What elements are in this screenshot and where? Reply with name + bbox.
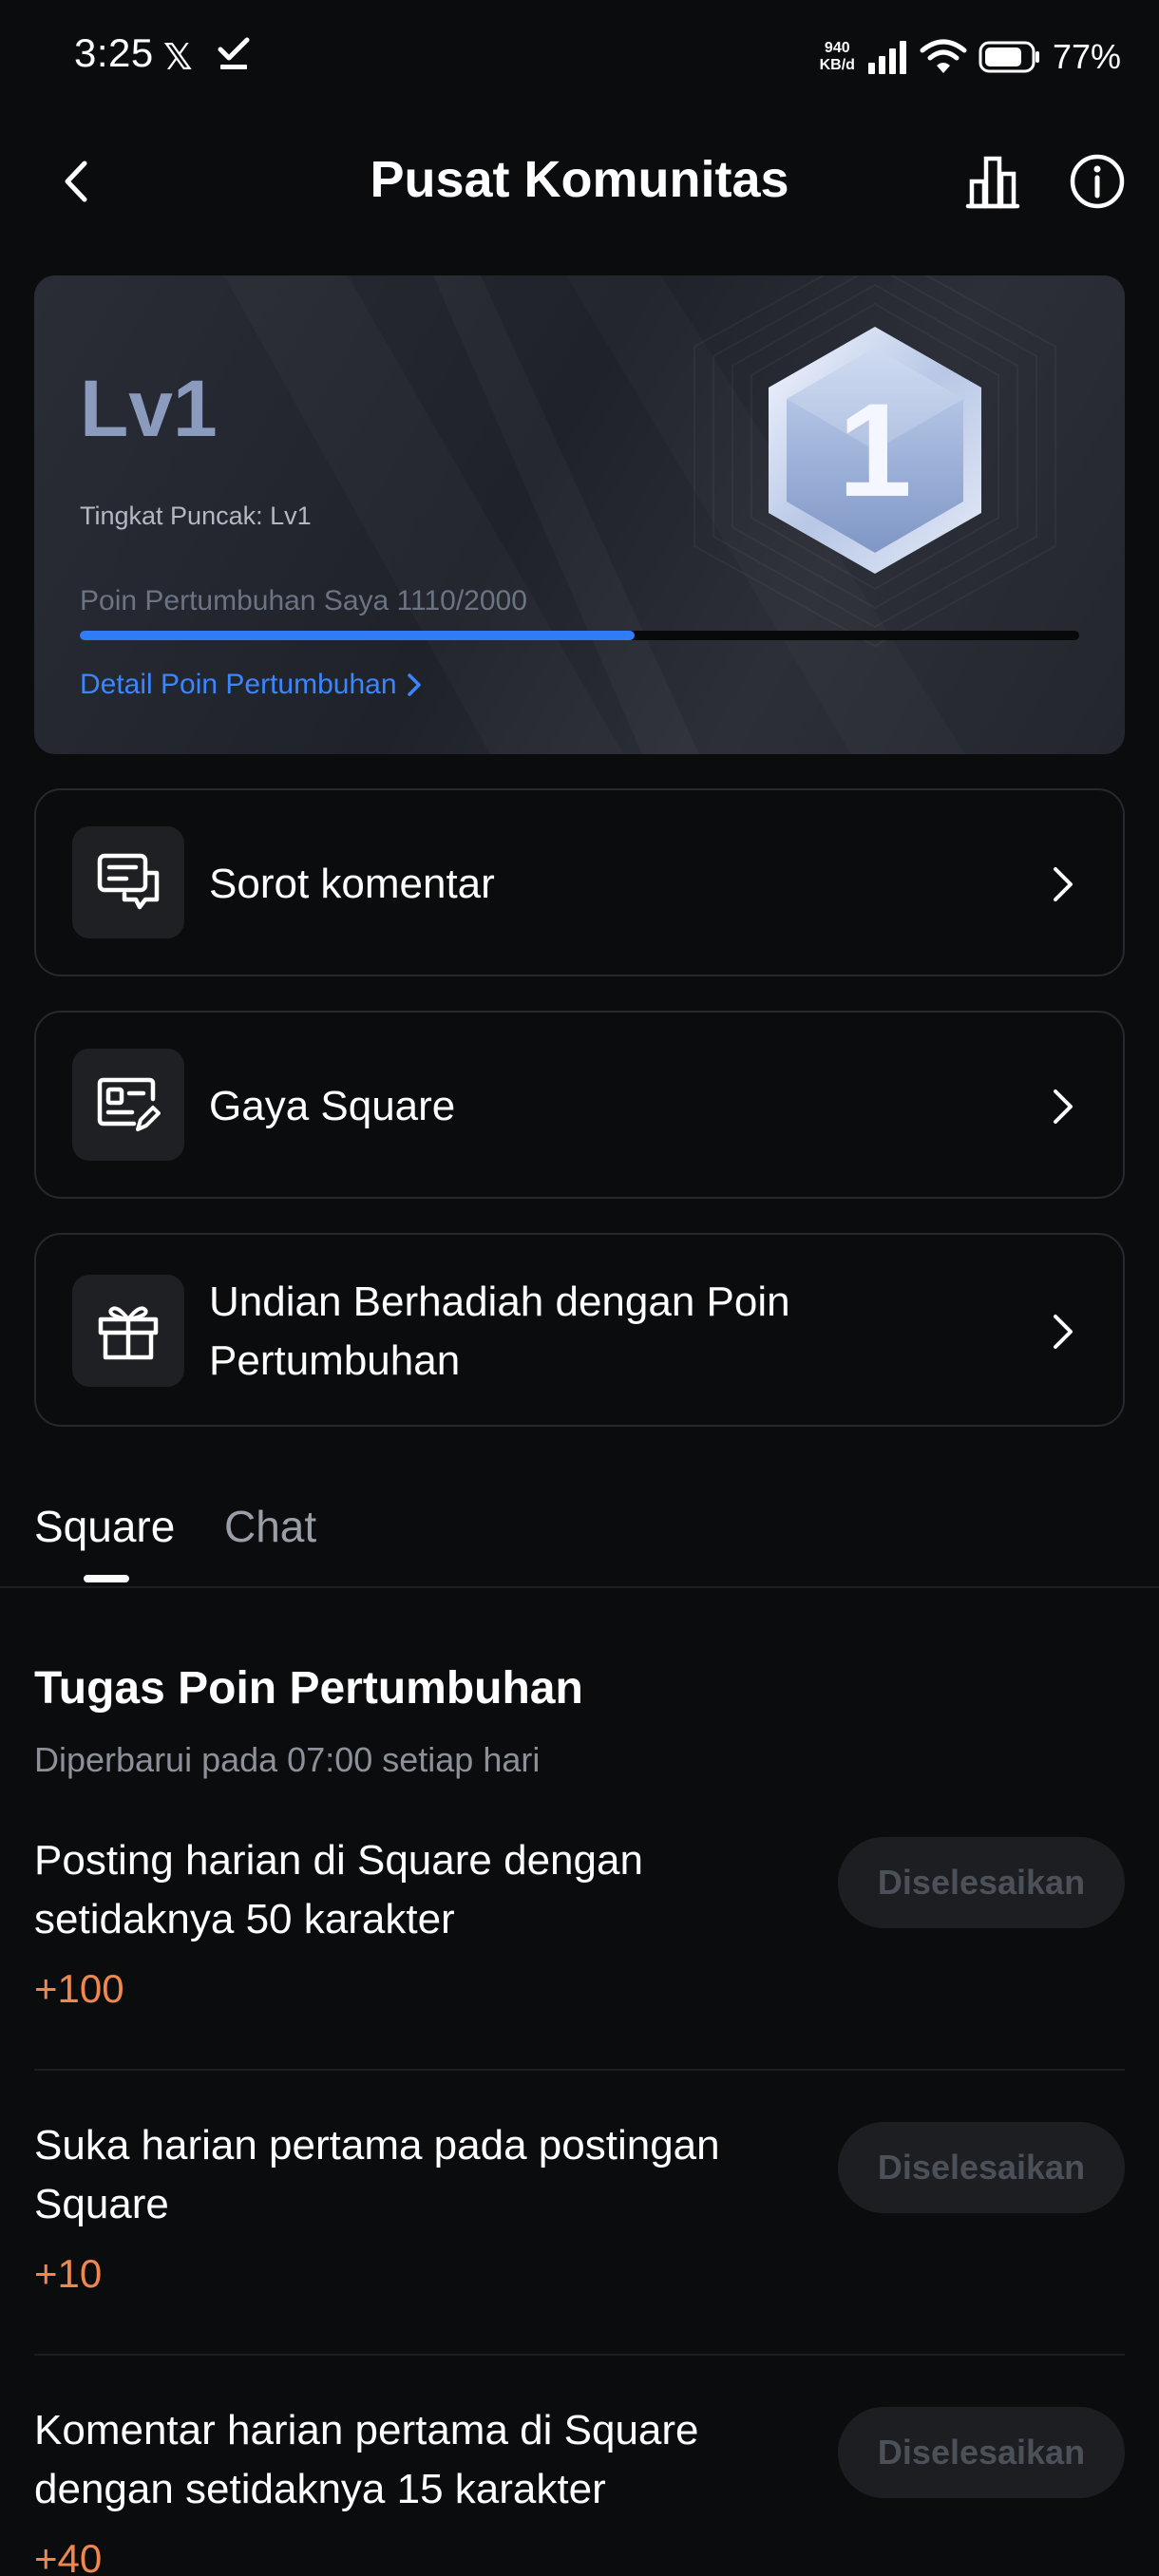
status-right-group: 940 KB/d 77% [820,28,1121,85]
level-card: Lv1 Tingkat Puncak: Lv1 Poin Pertumbuhan… [34,275,1125,754]
menu-square-style[interactable]: Gaya Square [34,1011,1125,1199]
chevron-right-icon [407,673,421,696]
tab-square[interactable]: Square [34,1501,175,1552]
growth-points-detail-label: Detail Poin Pertumbuhan [80,669,397,700]
level-badge-icon: 1 [769,327,981,574]
menu-growth-points-lottery[interactable]: Undian Berhadiah dengan Poin Pertumbuhan [34,1233,1125,1427]
wifi-icon [920,39,967,73]
info-button[interactable] [1064,148,1130,215]
profile-card-edit-icon [97,1077,161,1131]
tab-chat[interactable]: Chat [224,1501,316,1552]
menu-label: Undian Berhadiah dengan Poin Pertumbuhan [209,1273,790,1391]
task-description-line-1: Suka harian pertama pada postingan [34,2122,720,2169]
bar-chart-icon [965,156,1020,209]
menu-highlight-comments[interactable]: Sorot komentar [34,788,1125,976]
network-speed-unit: KB/d [819,57,855,73]
stats-button[interactable] [960,148,1026,215]
active-tab-indicator [84,1575,129,1582]
section-subtitle: Diperbarui pada 07:00 setiap hari [34,1740,541,1779]
growth-points-detail-link[interactable]: Detail Poin Pertumbuhan [80,669,422,701]
task-description-line-1: Posting harian di Square dengan [34,1837,643,1884]
task-description-line-2: setidaknya 50 karakter [34,1896,455,1942]
growth-progress-fill [80,631,635,640]
menu-label: Sorot komentar [209,861,495,907]
growth-progress-bar [80,631,1079,640]
battery-icon [978,41,1039,73]
chevron-right-icon [1054,867,1073,901]
community-center-screen: 3:25 𝕏 940 KB/d 77% Pusat Komunitas Lv1 … [0,0,1159,2576]
task-item: Suka harian pertama pada postingan Squar… [34,2116,1125,2306]
task-item: Komentar harian pertama di Square dengan… [34,2401,1125,2576]
menu-icon-box [72,826,184,938]
peak-level: Tingkat Puncak: Lv1 [80,502,312,530]
task-description: Suka harian pertama pada postingan Squar… [34,2116,813,2234]
task-description: Komentar harian pertama di Square dengan… [34,2401,813,2519]
task-description-line-1: Komentar harian pertama di Square [34,2407,699,2453]
gift-icon [98,1306,159,1360]
tab-bar: Square Chat [0,1491,1159,1588]
menu-label-line-2: Pertumbuhan [209,1337,461,1384]
chevron-right-icon [1054,1089,1073,1124]
menu-icon-box [72,1275,184,1387]
task-completed-button[interactable]: Diselesaikan [838,2407,1125,2498]
status-time: 3:25 [74,30,154,75]
divider [34,2354,1125,2356]
task-points: +40 [34,2536,103,2576]
battery-percent: 77% [1052,37,1121,76]
menu-icon-box [72,1049,184,1161]
badge-number: 1 [838,375,912,524]
task-description-line-2: Square [34,2181,169,2227]
section-title: Tugas Poin Pertumbuhan [34,1663,583,1714]
download-done-icon [218,37,250,69]
divider [34,2069,1125,2071]
menu-label-line-1: Undian Berhadiah dengan Poin [209,1279,790,1325]
task-description: Posting harian di Square dengan setidakn… [34,1831,813,1949]
current-level: Lv1 [80,364,218,453]
task-points: +10 [34,2251,103,2296]
x-app-icon: 𝕏 [163,38,193,78]
comment-icon [97,853,160,910]
menu-label: Gaya Square [209,1083,456,1129]
task-description-line-2: dengan setidaknya 15 karakter [34,2466,606,2512]
growth-points-label: Poin Pertumbuhan Saya 1110/2000 [80,585,527,616]
chevron-right-icon [1054,1315,1073,1349]
top-navigation: Pusat Komunitas [0,123,1159,237]
status-bar: 3:25 𝕏 940 KB/d 77% [0,0,1159,114]
network-speed: 940 KB/d [820,40,855,74]
task-points: +100 [34,1966,124,2011]
info-icon [1070,154,1125,209]
signal-icon [867,41,906,74]
network-speed-value: 940 [824,40,850,56]
task-completed-button[interactable]: Diselesaikan [838,2122,1125,2213]
task-item: Posting harian di Square dengan setidakn… [34,1831,1125,2021]
task-completed-button[interactable]: Diselesaikan [838,1837,1125,1928]
